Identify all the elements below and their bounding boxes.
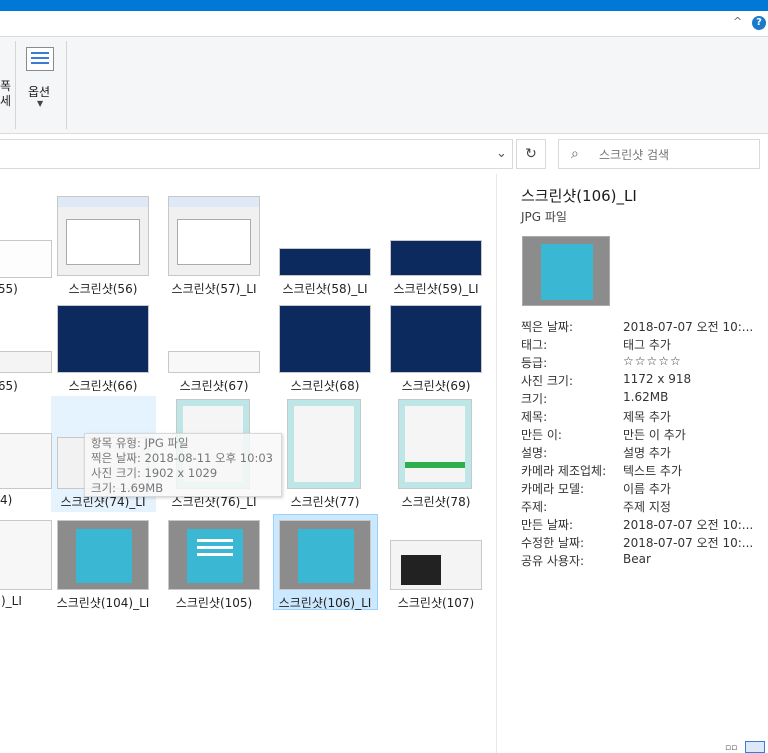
- property-row: 설명: 설명 추가: [521, 444, 671, 461]
- details-preview: [522, 236, 610, 306]
- property-row: 카메라 제조업체: 텍스트 추가: [521, 462, 683, 479]
- large-icons-view-icon[interactable]: [745, 741, 765, 753]
- search-icon: ⌕: [571, 146, 579, 162]
- ribbon-separator: [15, 41, 16, 129]
- add-tag-link[interactable]: 태그 추가: [623, 336, 671, 353]
- details-file-type: JPG 파일: [521, 210, 567, 224]
- details-pane: 스크린샷(106)_LI JPG 파일 찍은 날짜: 2018-07-07 오전 …: [497, 174, 768, 753]
- rating-stars[interactable]: ☆☆☆☆☆: [623, 354, 682, 368]
- collapse-ribbon-icon[interactable]: ^: [733, 15, 742, 28]
- chevron-down-icon[interactable]: ⌄: [496, 146, 507, 161]
- property-row: 제목: 제목 추가: [521, 408, 671, 425]
- property-row: 찍은 날짜: 2018-07-07 오전 10:...: [521, 320, 754, 334]
- property-row: 등급: ☆☆☆☆☆: [521, 354, 682, 370]
- file-tooltip: 항목 유형: JPG 파일 찍은 날짜: 2018-08-11 오후 10:03…: [84, 433, 282, 497]
- add-subject-link[interactable]: 주제 지정: [623, 498, 671, 515]
- add-camera-maker-link[interactable]: 텍스트 추가: [623, 462, 682, 479]
- options-list-icon: [26, 47, 54, 71]
- property-row: 수정한 날짜: 2018-07-07 오전 10:...: [521, 536, 754, 550]
- ribbon: 폭 세 옵션 ▼: [0, 36, 768, 134]
- help-icon[interactable]: ?: [752, 16, 766, 30]
- chevron-down-icon: ▼: [37, 99, 44, 108]
- search-box[interactable]: ⌕: [558, 139, 760, 169]
- file-list: 샷(55) 스크린샷(56) 스크린샷(57)_LI 스크린샷(58)_LI 스…: [0, 174, 496, 753]
- options-label: 옵션: [28, 85, 51, 99]
- details-view-icon[interactable]: ▫▫: [725, 743, 737, 753]
- ribbon-separator: [66, 41, 67, 129]
- ribbon-tab-bar: ^ ?: [0, 11, 768, 36]
- add-author-link[interactable]: 만든 이 추가: [623, 426, 686, 443]
- property-row: 만든 이: 만든 이 추가: [521, 426, 686, 443]
- refresh-button[interactable]: ↻: [516, 139, 546, 169]
- property-row: 크기: 1.62MB: [521, 390, 669, 406]
- search-input[interactable]: [597, 145, 751, 165]
- property-row: 공유 사용자: Bear: [521, 552, 651, 568]
- add-description-link[interactable]: 설명 추가: [623, 444, 671, 461]
- property-row: 주제: 주제 지정: [521, 498, 671, 515]
- property-row: 사진 크기: 1172 x 918: [521, 372, 692, 388]
- ribbon-partial-button[interactable]: 폭 세: [0, 79, 11, 109]
- address-bar-row: ⌄ ↻ ⌕: [0, 134, 768, 174]
- title-bar: [0, 0, 768, 11]
- options-button[interactable]: 옵션 ▼: [20, 41, 62, 121]
- add-camera-model-link[interactable]: 이름 추가: [623, 480, 671, 497]
- add-title-link[interactable]: 제목 추가: [623, 408, 671, 425]
- property-row: 태그: 태그 추가: [521, 336, 671, 353]
- address-bar[interactable]: ⌄: [0, 139, 513, 169]
- property-row: 만든 날짜: 2018-07-07 오전 10:...: [521, 518, 754, 532]
- details-properties: 찍은 날짜: 2018-07-07 오전 10:... 태그: 태그 추가 등급: ☆…: [521, 318, 761, 570]
- property-row: 카메라 모델: 이름 추가: [521, 480, 671, 497]
- details-title: 스크린샷(106)_LI: [521, 187, 637, 205]
